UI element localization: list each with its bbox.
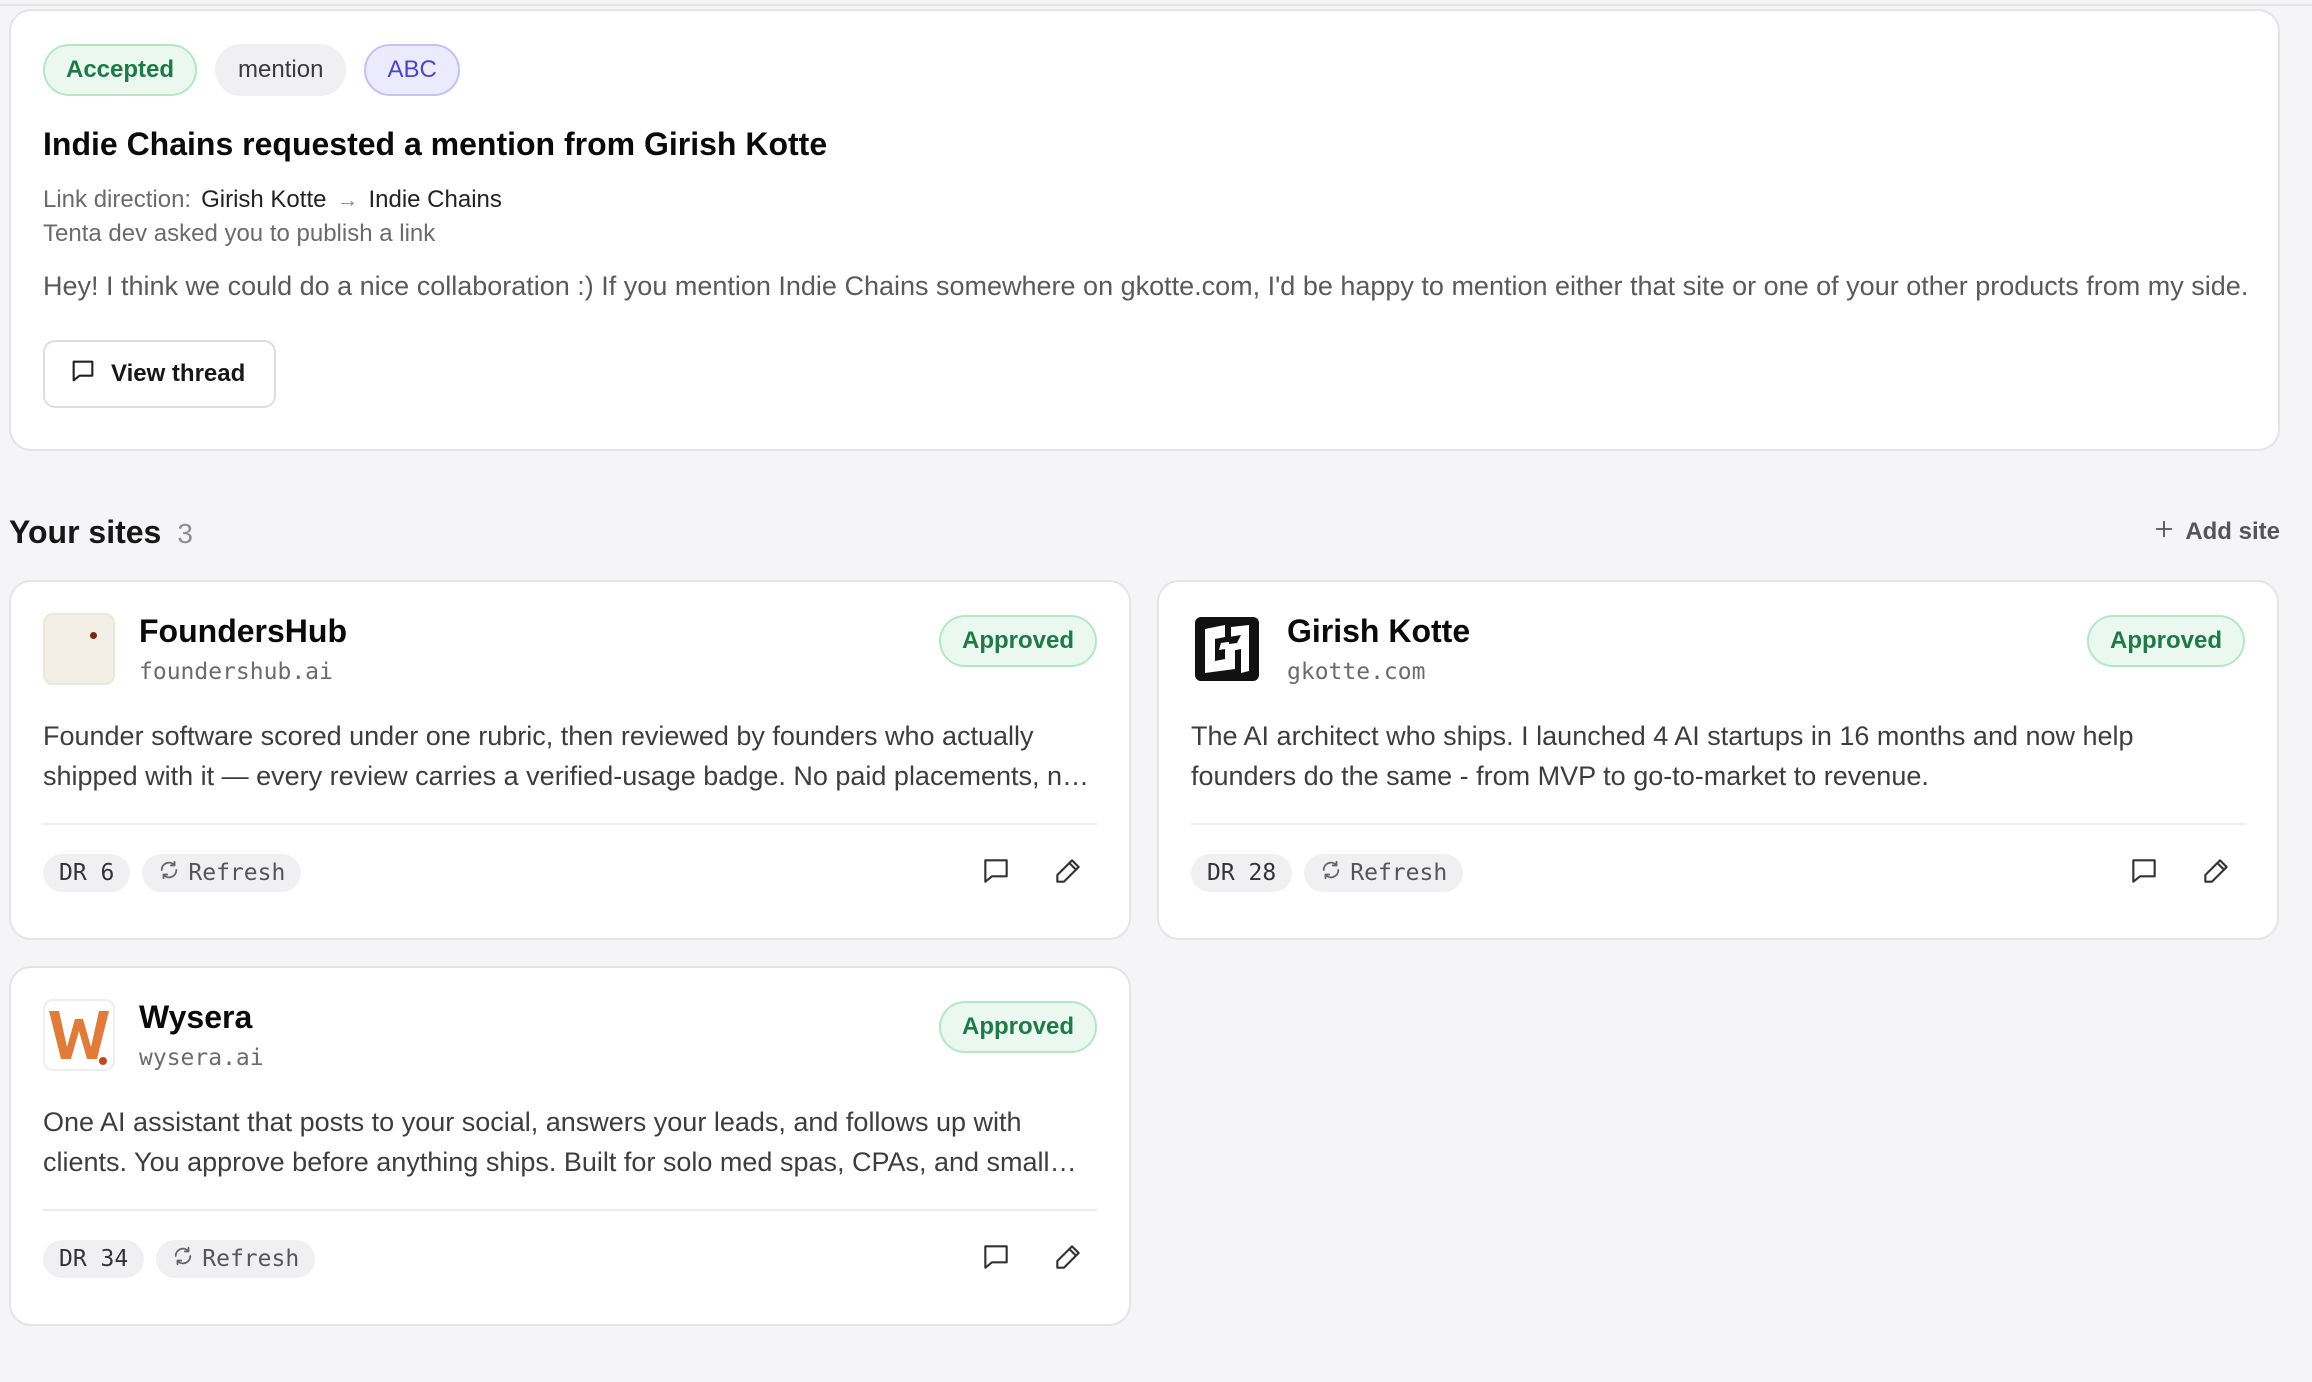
pencil-icon[interactable] xyxy=(1051,1240,1085,1274)
site-card-girish-kotte[interactable]: Girish Kotte gkotte.com Approved The AI … xyxy=(1157,580,2279,940)
status-badge-accepted: Accepted xyxy=(43,44,198,96)
pencil-icon[interactable] xyxy=(2199,854,2233,888)
status-badge-approved: Approved xyxy=(938,615,1097,667)
refresh-icon xyxy=(158,859,180,887)
domain-rating-badge: DR 6 xyxy=(43,854,131,892)
message-square-icon[interactable] xyxy=(979,854,1013,888)
site-names: FoundersHub foundershub.ai xyxy=(139,613,347,685)
message-square-icon[interactable] xyxy=(979,1240,1013,1274)
site-names: Wysera wysera.ai xyxy=(139,999,264,1071)
site-description: The AI architect who ships. I launched 4… xyxy=(1191,721,2134,791)
link-from: Girish Kotte xyxy=(201,186,327,213)
refresh-label: Refresh xyxy=(188,860,286,886)
domain-rating-badge: DR 28 xyxy=(1191,854,1293,892)
site-card-footer: DR 28 Refresh xyxy=(1191,825,2245,921)
request-asked-note: Tenta dev asked you to publish a link xyxy=(43,220,436,247)
site-domain: gkotte.com xyxy=(1287,659,1426,685)
refresh-icon xyxy=(172,1245,194,1273)
refresh-label: Refresh xyxy=(1350,860,1448,886)
site-description: Founder software scored under one rubric… xyxy=(43,721,1078,791)
site-domain: foundershub.ai xyxy=(139,659,333,685)
refresh-button[interactable]: Refresh xyxy=(156,1240,316,1278)
label-badge-abc: ABC xyxy=(364,44,460,96)
view-thread-label: View thread xyxy=(111,360,246,387)
request-title: Indie Chains requested a mention from Gi… xyxy=(43,126,828,162)
request-tags: Accepted mention ABC xyxy=(43,44,2246,96)
link-direction: Link direction: Girish Kotte → Indie Cha… xyxy=(43,184,2246,216)
add-site-label: Add site xyxy=(2185,518,2280,545)
domain-rating-badge: DR 34 xyxy=(43,1240,145,1278)
mention-request-card: Accepted mention ABC Indie Chains reques… xyxy=(9,9,2280,451)
site-card-header: FoundersHub foundershub.ai Approved xyxy=(43,613,1097,693)
site-name: Girish Kotte xyxy=(1287,613,1471,649)
sites-count: 3 xyxy=(177,517,193,549)
site-card-foundershub[interactable]: FoundersHub foundershub.ai Approved Foun… xyxy=(9,580,1131,940)
refresh-button[interactable]: Refresh xyxy=(1304,854,1464,892)
link-to: Indie Chains xyxy=(368,186,502,213)
site-name: Wysera xyxy=(139,999,253,1035)
pencil-icon[interactable] xyxy=(1051,854,1085,888)
card-actions xyxy=(2127,854,2233,888)
plus-icon xyxy=(2153,518,2175,547)
gk-monogram-logo-icon xyxy=(1191,613,1263,685)
refresh-button[interactable]: Refresh xyxy=(142,854,302,892)
foundershub-logo-icon xyxy=(43,613,115,685)
card-actions xyxy=(979,854,1085,888)
sites-header: Your sites 3 Add site xyxy=(9,510,2280,554)
site-name: FoundersHub xyxy=(139,613,347,649)
message-square-icon xyxy=(69,357,97,392)
site-card-header: Girish Kotte gkotte.com Approved xyxy=(1191,613,2245,693)
view-thread-button[interactable]: View thread xyxy=(43,340,276,408)
site-names: Girish Kotte gkotte.com xyxy=(1287,613,1470,685)
type-badge-mention: mention xyxy=(215,44,347,96)
sites-title-text: Your sites xyxy=(9,513,162,550)
refresh-icon xyxy=(1320,859,1342,887)
status-badge-approved: Approved xyxy=(2086,615,2245,667)
add-site-button[interactable]: Add site xyxy=(2153,518,2280,547)
top-divider xyxy=(0,0,2312,6)
request-message: Hey! I think we could do a nice collabor… xyxy=(43,271,2249,301)
wysera-w-logo-icon xyxy=(43,999,115,1071)
link-direction-label: Link direction: xyxy=(43,186,192,213)
site-description: One AI assistant that posts to your soci… xyxy=(43,1107,1050,1177)
refresh-label: Refresh xyxy=(202,1246,300,1272)
site-card-footer: DR 6 Refresh xyxy=(43,825,1097,921)
arrow-right-icon: → xyxy=(336,187,359,212)
sites-title: Your sites 3 xyxy=(9,514,193,551)
status-badge-approved: Approved xyxy=(938,1001,1097,1053)
card-actions xyxy=(979,1240,1085,1274)
site-card-wysera[interactable]: Wysera wysera.ai Approved One AI assista… xyxy=(9,966,1131,1326)
site-domain: wysera.ai xyxy=(139,1045,264,1071)
site-card-header: Wysera wysera.ai Approved xyxy=(43,999,1097,1079)
message-square-icon[interactable] xyxy=(2127,854,2161,888)
site-card-footer: DR 34 Refresh xyxy=(43,1211,1097,1307)
